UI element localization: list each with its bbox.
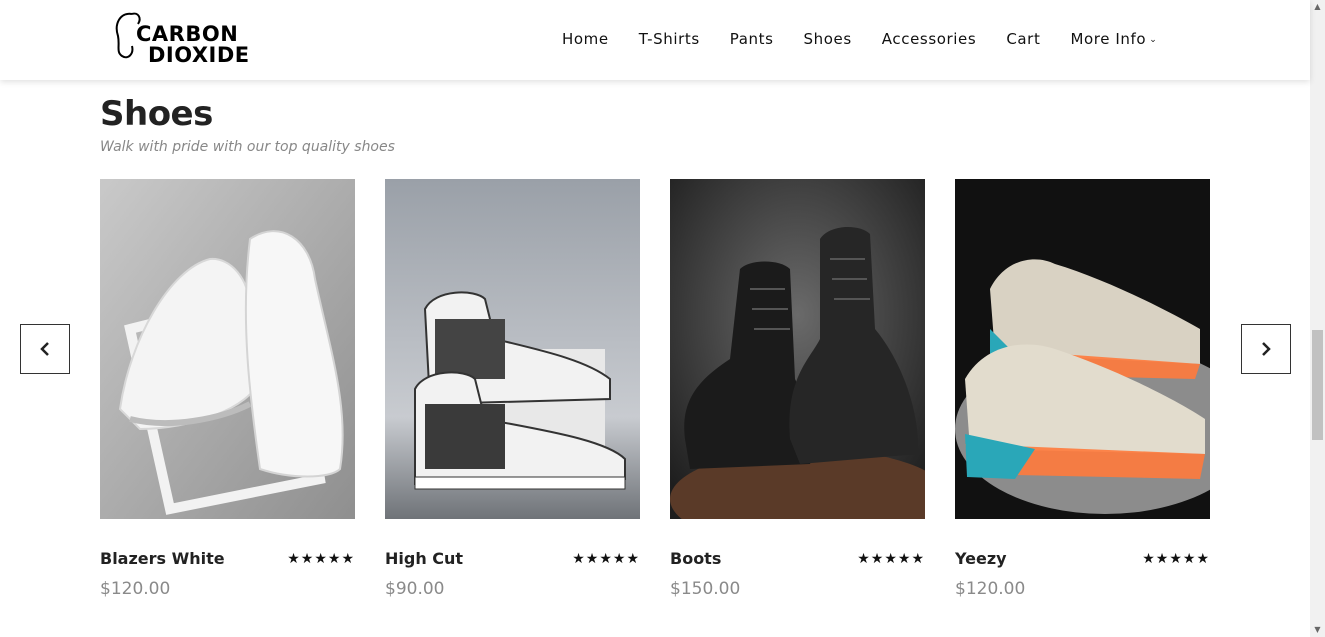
scroll-up-arrow-icon[interactable]: ▲ xyxy=(1310,0,1325,14)
chevron-down-icon: ⌄ xyxy=(1149,35,1158,45)
nav-home[interactable]: Home xyxy=(562,30,609,48)
product-card[interactable]: Yeezy ★★★★★ $120.00 xyxy=(955,179,1210,599)
logo-text-line1: CARBON xyxy=(136,22,239,46)
nav-tshirts[interactable]: T-Shirts xyxy=(639,30,700,48)
nav-pants[interactable]: Pants xyxy=(730,30,774,48)
section-subtitle: Walk with pride with our top quality sho… xyxy=(100,139,395,155)
scroll-down-arrow-icon[interactable]: ▼ xyxy=(1310,623,1325,637)
product-rating-stars: ★★★★★ xyxy=(287,551,355,567)
product-image-white-sneakers[interactable] xyxy=(100,179,355,519)
nav-more-info[interactable]: More Info ⌄ xyxy=(1070,30,1157,48)
product-rating-stars: ★★★★★ xyxy=(857,551,925,567)
product-name[interactable]: Yeezy xyxy=(955,549,1007,568)
product-card[interactable]: Boots ★★★★★ $150.00 xyxy=(670,179,925,599)
chevron-left-icon xyxy=(40,342,49,356)
nav-cart[interactable]: Cart xyxy=(1006,30,1040,48)
product-rating-stars: ★★★★★ xyxy=(572,551,640,567)
product-name[interactable]: High Cut xyxy=(385,549,463,568)
product-price: $150.00 xyxy=(670,579,741,599)
product-image-black-boots[interactable] xyxy=(670,179,925,519)
carousel-next-button[interactable] xyxy=(1241,324,1291,374)
nav-accessories[interactable]: Accessories xyxy=(882,30,977,48)
scrollbar-thumb[interactable] xyxy=(1312,330,1323,440)
nav-more-info-label: More Info xyxy=(1070,30,1147,48)
site-header: CARBON DIOXIDE Home T-Shirts Pants Shoes… xyxy=(0,0,1310,80)
carousel-prev-button[interactable] xyxy=(20,324,70,374)
product-card[interactable]: High Cut ★★★★★ $90.00 xyxy=(385,179,640,599)
product-price: $120.00 xyxy=(955,579,1026,599)
main-nav: Home T-Shirts Pants Shoes Accessories Ca… xyxy=(562,30,1187,48)
product-card[interactable]: Blazers White ★★★★★ $120.00 xyxy=(100,179,355,599)
brand-logo[interactable]: CARBON DIOXIDE xyxy=(112,6,257,70)
product-image-high-cut-sneakers[interactable] xyxy=(385,179,640,519)
product-price: $120.00 xyxy=(100,579,171,599)
product-name[interactable]: Blazers White xyxy=(100,549,225,568)
nav-shoes[interactable]: Shoes xyxy=(804,30,852,48)
section-title: Shoes xyxy=(100,94,213,134)
chevron-right-icon xyxy=(1262,342,1271,356)
product-rating-stars: ★★★★★ xyxy=(1142,551,1210,567)
product-name[interactable]: Boots xyxy=(670,549,721,568)
product-price: $90.00 xyxy=(385,579,445,599)
logo-text-line2: DIOXIDE xyxy=(148,43,250,67)
product-image-yeezy-sneakers[interactable] xyxy=(955,179,1210,519)
page-scrollbar[interactable]: ▲ ▼ xyxy=(1310,0,1325,637)
